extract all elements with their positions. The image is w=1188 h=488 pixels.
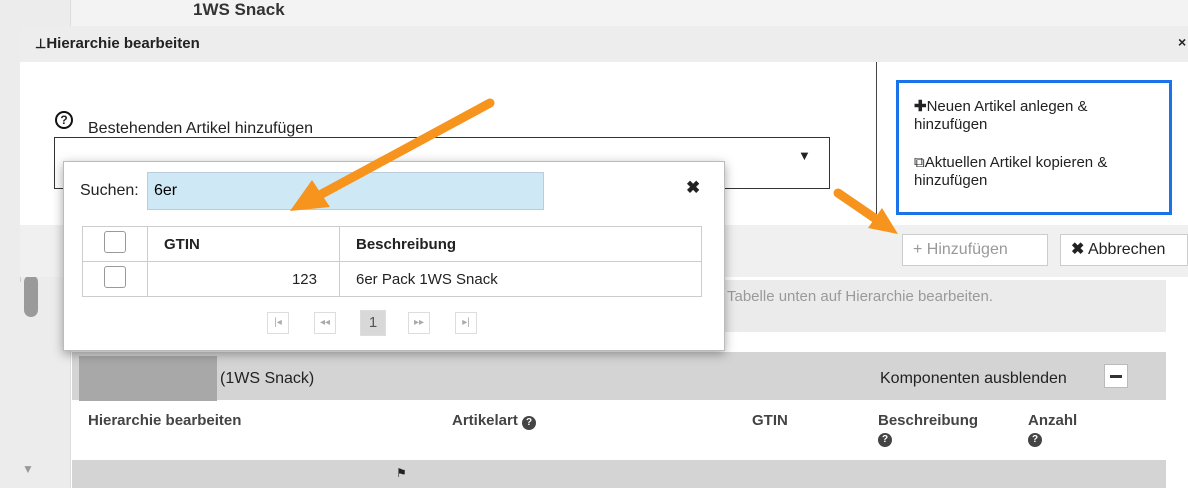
arrow-icon bbox=[833, 188, 898, 234]
annotation-arrows bbox=[290, 98, 898, 234]
arrow-icon bbox=[290, 98, 495, 211]
